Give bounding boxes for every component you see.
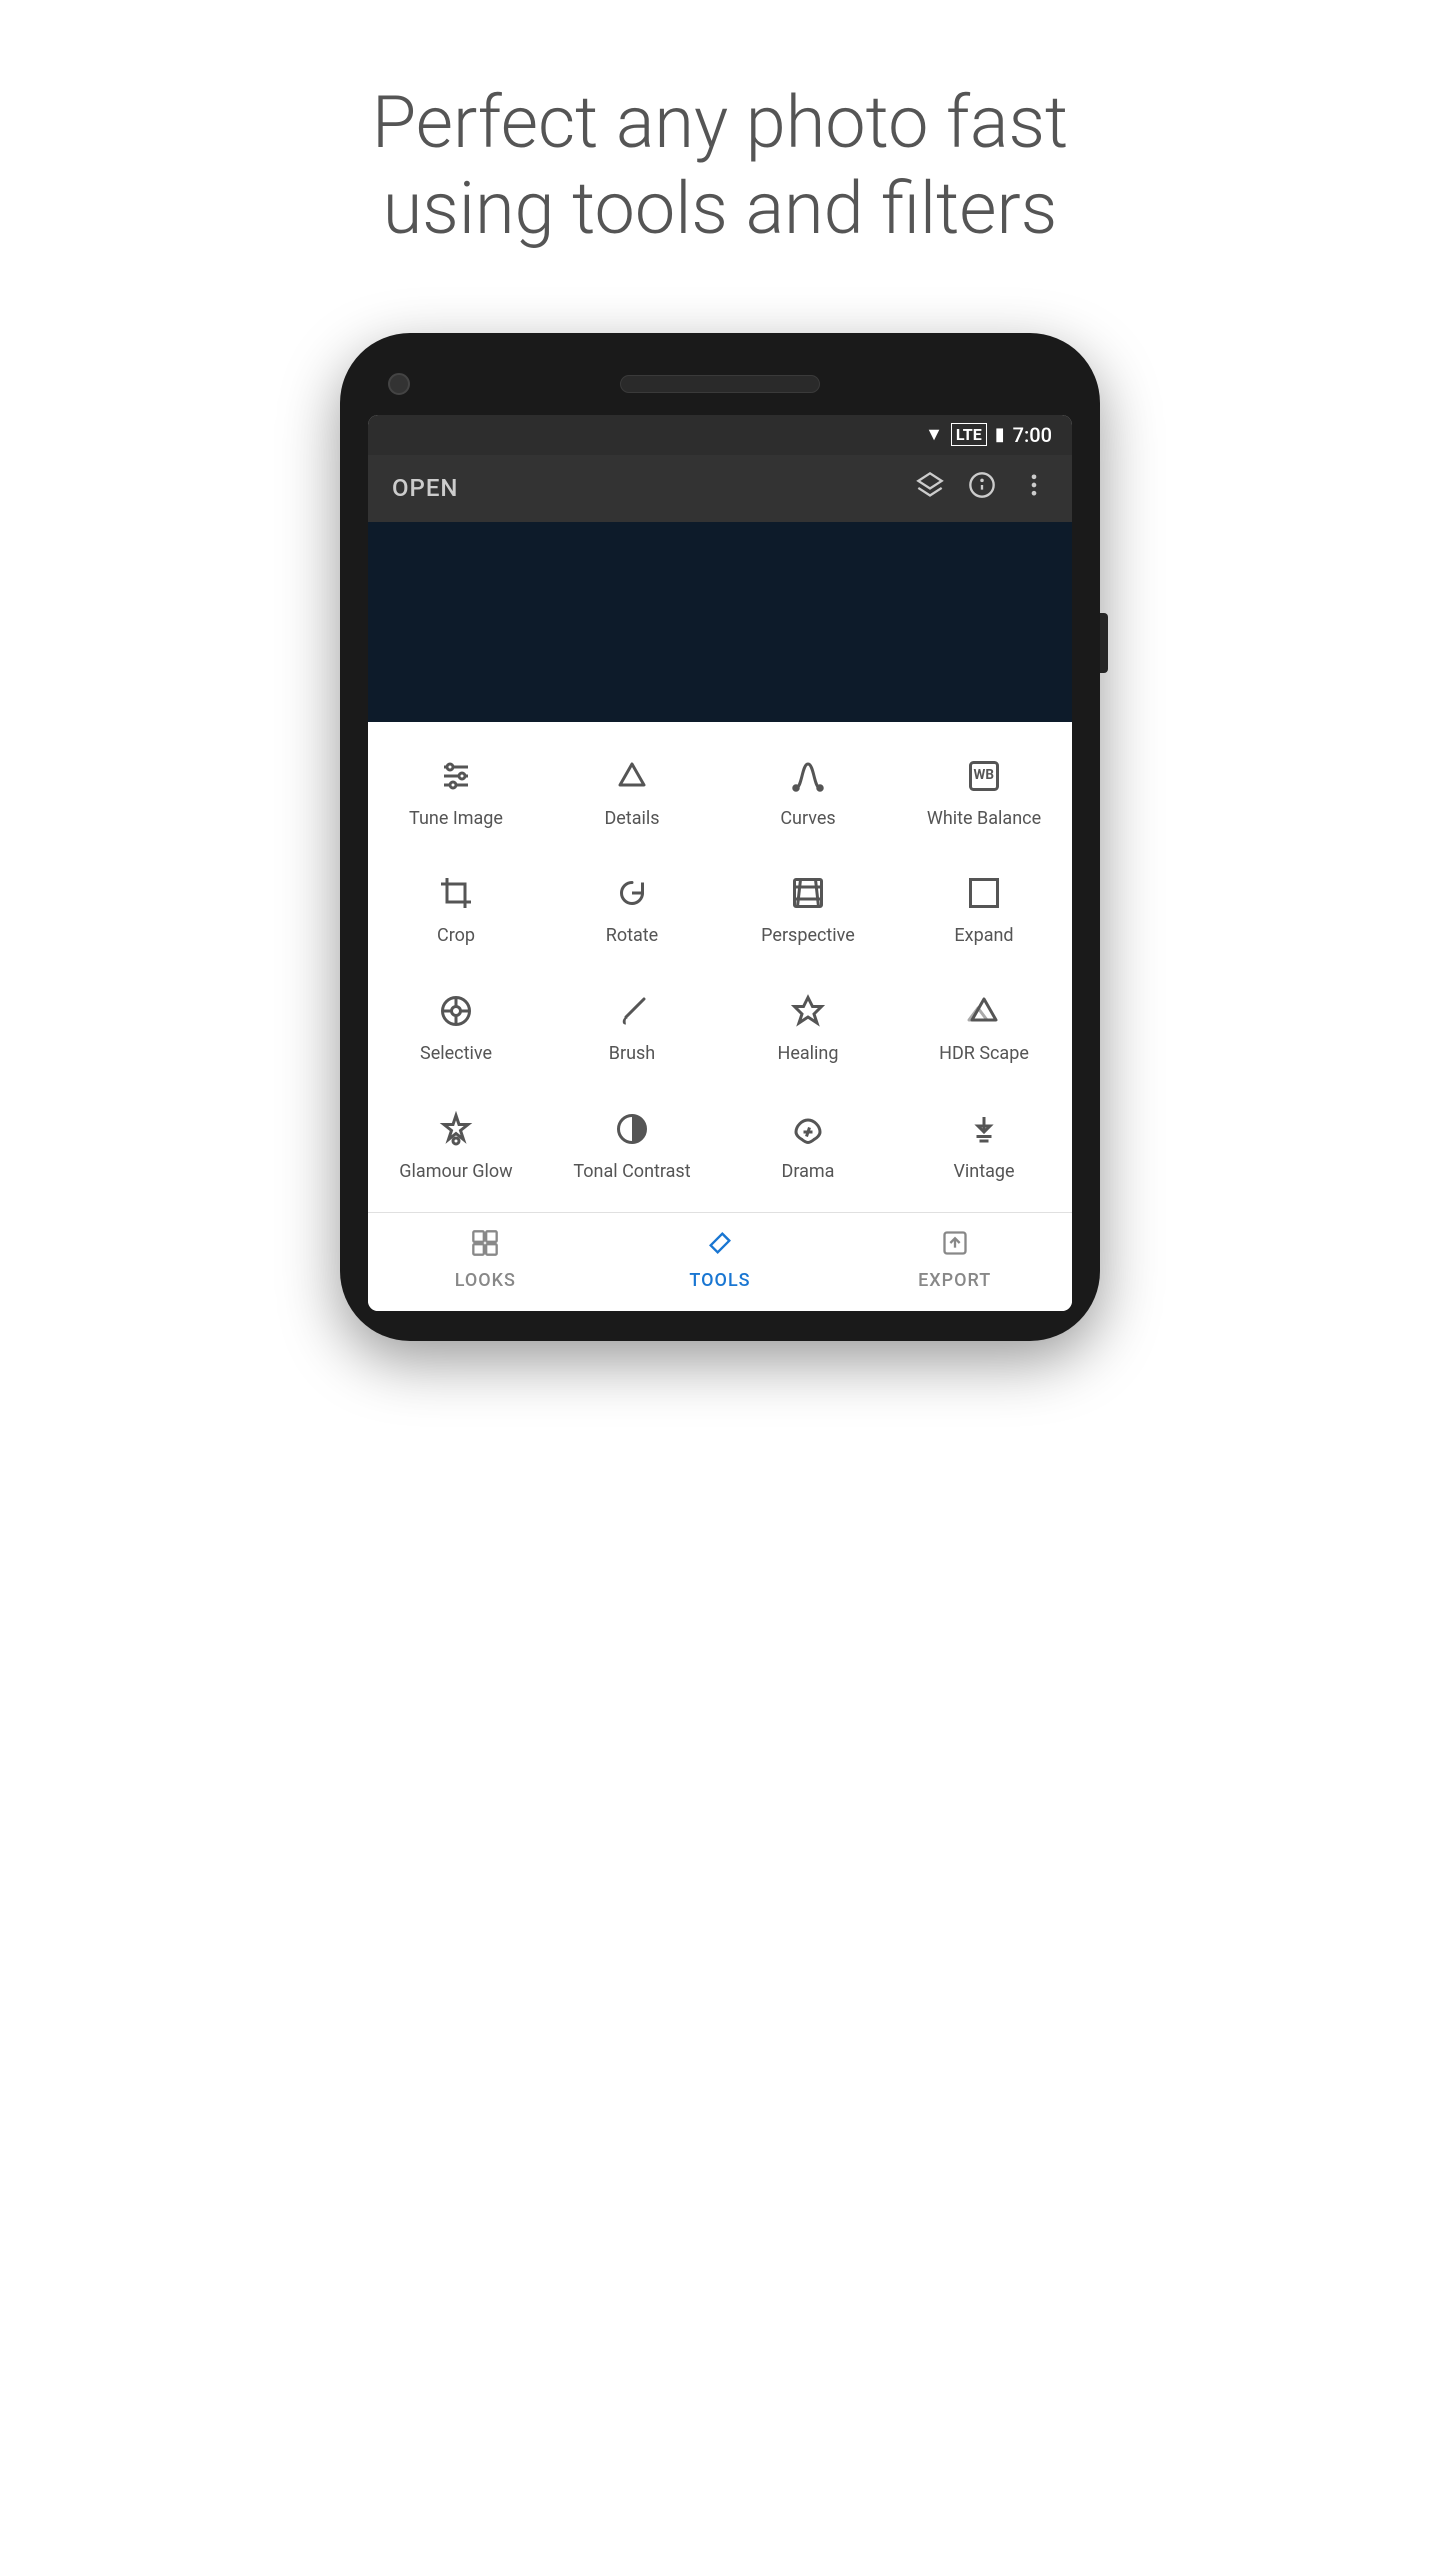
expand-icon <box>966 873 1002 913</box>
photo-preview[interactable] <box>368 522 1072 722</box>
tonal-contrast-icon <box>614 1109 650 1149</box>
tool-crop[interactable]: Crop <box>368 849 544 967</box>
phone-top <box>368 363 1072 415</box>
expand-label: Expand <box>954 925 1013 947</box>
layers-icon[interactable] <box>916 471 944 506</box>
tool-curves[interactable]: Curves <box>720 732 896 850</box>
phone-body: ▼ LTE ▮ 7:00 OPEN <box>340 333 1100 1341</box>
nav-looks[interactable]: LOOKS <box>368 1229 603 1291</box>
hdr-scape-label: HDR Scape <box>939 1043 1029 1065</box>
hdr-scape-icon <box>966 991 1002 1031</box>
tool-rotate[interactable]: Rotate <box>544 849 720 967</box>
looks-icon <box>471 1229 499 1264</box>
toolbar-icons <box>916 471 1048 506</box>
export-label: EXPORT <box>918 1270 991 1291</box>
tool-perspective[interactable]: Perspective <box>720 849 896 967</box>
tool-brush[interactable]: Brush <box>544 967 720 1085</box>
open-button[interactable]: OPEN <box>392 474 458 502</box>
tools-panel: Tune Image Details <box>368 722 1072 1212</box>
rotate-label: Rotate <box>606 925 658 947</box>
tools-icon <box>706 1229 734 1264</box>
lte-badge: LTE <box>951 423 987 446</box>
vintage-label: Vintage <box>953 1161 1014 1183</box>
nav-export[interactable]: EXPORT <box>837 1229 1072 1291</box>
tool-healing[interactable]: Healing <box>720 967 896 1085</box>
white-balance-icon: WB <box>966 756 1002 796</box>
healing-label: Healing <box>778 1043 839 1065</box>
details-label: Details <box>604 808 659 830</box>
curves-label: Curves <box>780 808 835 830</box>
tool-drama[interactable]: Drama <box>720 1085 896 1203</box>
tools-label: TOOLS <box>689 1270 750 1291</box>
more-icon[interactable] <box>1020 471 1048 506</box>
tool-hdr-scape[interactable]: HDR Scape <box>896 967 1072 1085</box>
svg-text:WB: WB <box>974 767 994 783</box>
tool-white-balance[interactable]: WB White Balance <box>896 732 1072 850</box>
battery-icon: ▮ <box>995 424 1005 445</box>
page-title: Perfect any photo fast using tools and f… <box>272 80 1168 253</box>
speaker <box>620 375 820 393</box>
tool-expand[interactable]: Expand <box>896 849 1072 967</box>
drama-label: Drama <box>782 1161 835 1183</box>
rotate-icon <box>614 873 650 913</box>
tool-details[interactable]: Details <box>544 732 720 850</box>
crop-icon <box>438 873 474 913</box>
looks-label: LOOKS <box>455 1270 516 1291</box>
glamour-glow-label: Glamour Glow <box>399 1161 512 1183</box>
tool-vintage[interactable]: Vintage <box>896 1085 1072 1203</box>
phone-screen: ▼ LTE ▮ 7:00 OPEN <box>368 415 1072 1311</box>
tool-selective[interactable]: Selective <box>368 967 544 1085</box>
app-toolbar: OPEN <box>368 455 1072 522</box>
white-balance-label: White Balance <box>927 808 1041 830</box>
tune-image-label: Tune Image <box>409 808 503 830</box>
nav-tools[interactable]: TOOLS <box>603 1229 838 1291</box>
selective-label: Selective <box>420 1043 492 1065</box>
curves-icon <box>790 756 826 796</box>
bottom-nav: LOOKS TOOLS <box>368 1212 1072 1311</box>
brush-icon <box>614 991 650 1031</box>
drama-icon <box>790 1109 826 1149</box>
phone-device: ▼ LTE ▮ 7:00 OPEN <box>340 333 1100 1341</box>
tonal-contrast-label: Tonal Contrast <box>573 1161 690 1183</box>
status-icons: ▼ LTE ▮ 7:00 <box>925 423 1052 447</box>
perspective-label: Perspective <box>761 925 855 947</box>
tune-image-icon <box>438 756 474 796</box>
perspective-icon <box>790 873 826 913</box>
time-display: 7:00 <box>1013 423 1052 447</box>
side-button <box>1100 613 1108 673</box>
export-icon <box>941 1229 969 1264</box>
details-icon <box>614 756 650 796</box>
camera <box>388 373 410 395</box>
tool-glamour-glow[interactable]: Glamour Glow <box>368 1085 544 1203</box>
info-icon[interactable] <box>968 471 996 506</box>
tools-grid: Tune Image Details <box>368 732 1072 1202</box>
healing-icon <box>790 991 826 1031</box>
tool-tonal-contrast[interactable]: Tonal Contrast <box>544 1085 720 1203</box>
brush-label: Brush <box>609 1043 655 1065</box>
selective-icon <box>438 991 474 1031</box>
wifi-icon: ▼ <box>925 424 943 445</box>
glamour-glow-icon <box>438 1109 474 1149</box>
tool-tune-image[interactable]: Tune Image <box>368 732 544 850</box>
vintage-icon <box>966 1109 1002 1149</box>
status-bar: ▼ LTE ▮ 7:00 <box>368 415 1072 455</box>
crop-label: Crop <box>437 925 475 947</box>
